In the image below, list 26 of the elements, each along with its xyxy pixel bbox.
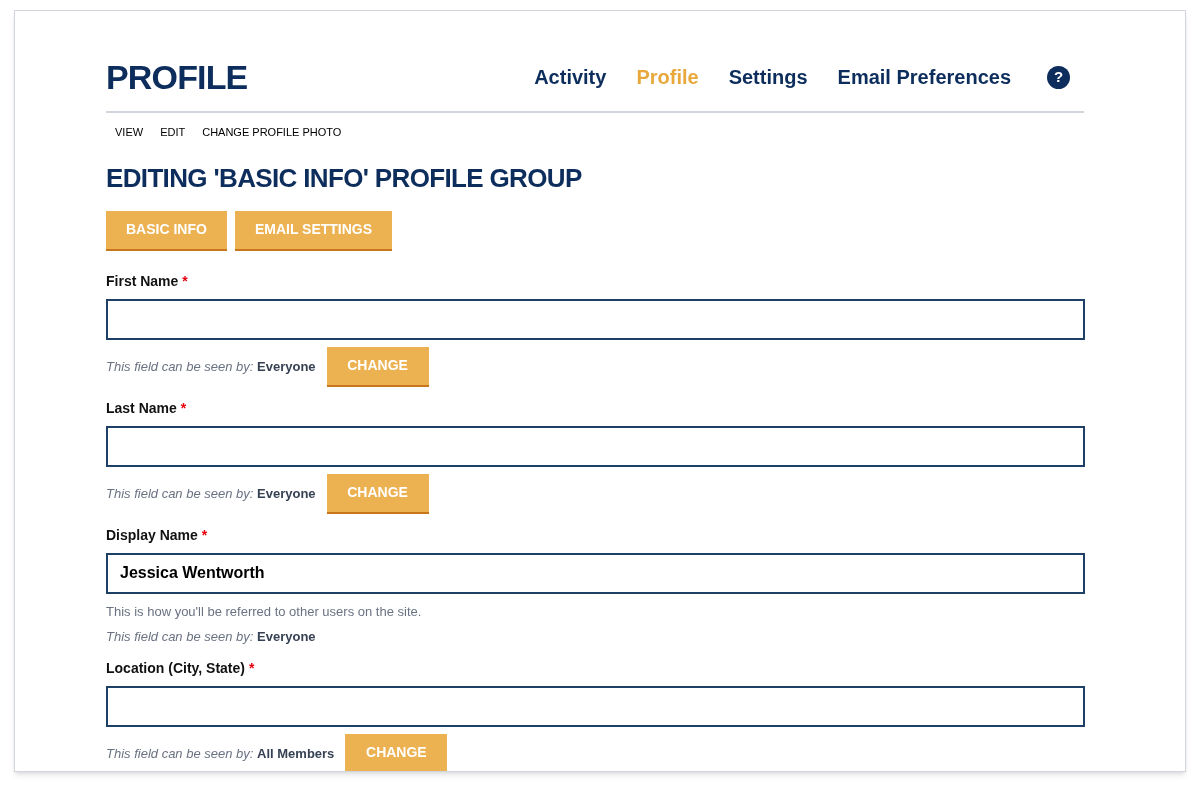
visibility-note: This field can be seen by: Everyone <box>106 484 316 503</box>
help-icon[interactable]: ? <box>1047 65 1070 89</box>
text-input[interactable] <box>106 685 1085 727</box>
field-label: Display Name <box>106 525 198 545</box>
nav-link[interactable]: Email Preferences <box>837 62 1011 92</box>
text-input[interactable] <box>106 425 1085 467</box>
field-label: Last Name <box>106 398 177 418</box>
visibility-note: This field can be seen by: Everyone <box>106 628 316 646</box>
required-mark: * <box>182 271 188 291</box>
required-mark: * <box>180 398 187 418</box>
field-description: This is how you'll be referred to other users on the site. <box>106 602 423 621</box>
text-input[interactable] <box>106 298 1085 340</box>
subnav-link[interactable]: VIEW <box>115 124 144 141</box>
page-heading: EDITING 'BASIC INFO' PROFILE GROUP <box>106 161 583 195</box>
nav-link[interactable]: Activity <box>534 62 607 92</box>
field-label: Location (City, State) <box>106 658 245 678</box>
subnav-link[interactable]: EDIT <box>160 124 186 141</box>
field-label: First Name <box>106 271 179 291</box>
required-mark: * <box>201 525 208 545</box>
required-mark: * <box>248 658 255 678</box>
nav-link[interactable]: Settings <box>728 62 808 92</box>
visibility-note: This field can be seen by: All Members <box>106 744 335 763</box>
visibility-note: This field can be seen by: Everyone <box>106 357 316 376</box>
subnav-link[interactable]: CHANGE PROFILE PHOTO <box>202 124 342 141</box>
page-title: PROFILE <box>106 56 248 98</box>
text-input[interactable]: Jessica Wentworth <box>106 552 1085 594</box>
